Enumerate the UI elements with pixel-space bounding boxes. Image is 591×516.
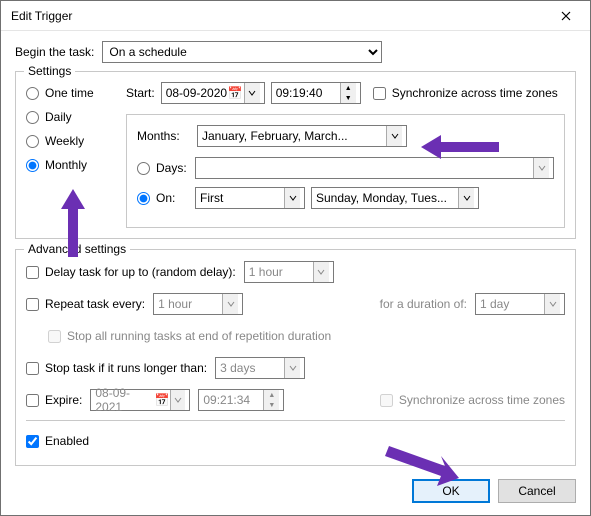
start-date-input[interactable]: 08-09-2020 📅 <box>161 82 265 104</box>
advanced-group: Advanced settings Delay task for up to (… <box>15 249 576 466</box>
radio-onetime[interactable]: One time <box>26 86 116 100</box>
expire-checkbox[interactable]: Expire: <box>26 393 82 407</box>
start-time-input[interactable]: 09:19:40 ▲▼ <box>271 82 361 104</box>
stop-repetition-checkbox: Stop all running tasks at end of repetit… <box>48 329 331 343</box>
radio-days[interactable]: Days: <box>137 161 189 175</box>
calendar-icon: 📅 <box>155 393 170 407</box>
chevron-down-icon <box>533 158 549 178</box>
window-title: Edit Trigger <box>11 9 72 23</box>
edit-trigger-window: Edit Trigger Begin the task: On a schedu… <box>0 0 591 516</box>
expire-time-input[interactable]: 09:21:34 ▲▼ <box>198 389 284 411</box>
enabled-checkbox[interactable]: Enabled <box>26 434 89 448</box>
chevron-down-icon <box>313 262 329 282</box>
ok-button[interactable]: OK <box>412 479 490 503</box>
begin-task-label: Begin the task: <box>15 45 94 59</box>
close-button[interactable] <box>546 3 586 29</box>
months-label: Months: <box>137 129 189 143</box>
advanced-legend: Advanced settings <box>24 242 130 256</box>
chevron-down-icon <box>170 390 185 410</box>
chevron-down-icon <box>284 358 300 378</box>
expire-sync-checkbox: Synchronize across time zones <box>380 393 565 407</box>
delay-checkbox[interactable]: Delay task for up to (random delay): <box>26 265 236 279</box>
dialog-buttons: OK Cancel <box>412 479 576 503</box>
radio-weekly[interactable]: Weekly <box>26 134 116 148</box>
recurrence-radios: One time Daily Weekly Monthly <box>26 82 116 228</box>
radio-daily[interactable]: Daily <box>26 110 116 124</box>
radio-on[interactable]: On: <box>137 191 189 205</box>
repeat-value-select[interactable]: 1 hour <box>153 293 243 315</box>
cancel-button[interactable]: Cancel <box>498 479 576 503</box>
chevron-down-icon <box>284 188 300 208</box>
settings-group: Settings One time Daily Weekly Monthly S… <box>15 71 576 239</box>
repeat-checkbox[interactable]: Repeat task every: <box>26 297 145 311</box>
duration-value-select[interactable]: 1 day <box>475 293 565 315</box>
begin-task-select[interactable]: On a schedule <box>102 41 382 63</box>
duration-label: for a duration of: <box>380 297 467 311</box>
months-select[interactable]: January, February, March... <box>197 125 407 147</box>
monthly-options: Months: January, February, March... Days… <box>126 114 565 228</box>
spinner-buttons[interactable]: ▲▼ <box>340 83 356 103</box>
settings-legend: Settings <box>24 64 75 78</box>
titlebar: Edit Trigger <box>1 1 590 31</box>
on-weekdays-select[interactable]: Sunday, Monday, Tues... <box>311 187 479 209</box>
days-select[interactable] <box>195 157 554 179</box>
close-icon <box>561 11 571 21</box>
radio-monthly[interactable]: Monthly <box>26 158 116 172</box>
on-which-select[interactable]: First <box>195 187 305 209</box>
chevron-down-icon <box>544 294 560 314</box>
stop-longer-checkbox[interactable]: Stop task if it runs longer than: <box>26 361 207 375</box>
separator <box>26 420 565 421</box>
chevron-down-icon <box>244 83 260 103</box>
sync-timezones-checkbox[interactable]: Synchronize across time zones <box>373 86 558 100</box>
delay-value-select[interactable]: 1 hour <box>244 261 334 283</box>
expire-date-input[interactable]: 08-09-2021 📅 <box>90 389 190 411</box>
calendar-icon: 📅 <box>227 86 243 100</box>
chevron-down-icon <box>458 188 474 208</box>
spinner-buttons[interactable]: ▲▼ <box>263 390 279 410</box>
chevron-down-icon <box>222 294 238 314</box>
chevron-down-icon <box>386 126 402 146</box>
start-label: Start: <box>126 86 155 100</box>
stop-longer-value-select[interactable]: 3 days <box>215 357 305 379</box>
